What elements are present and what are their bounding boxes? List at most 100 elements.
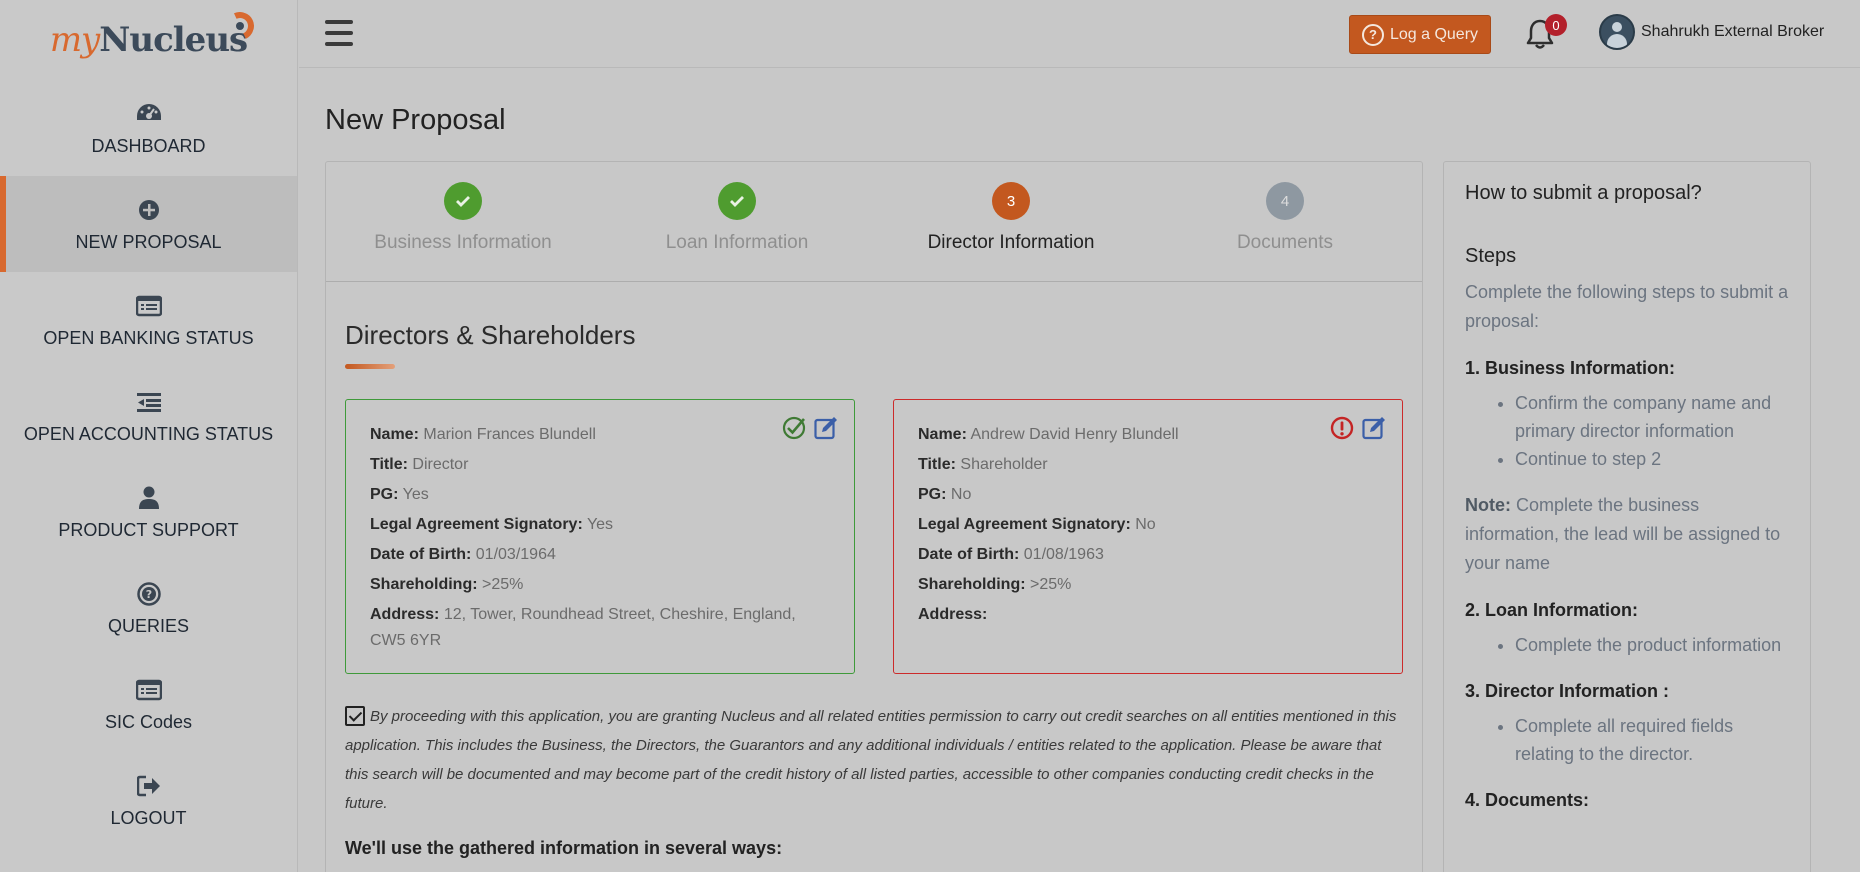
director-shareholding: >25% [482, 576, 524, 593]
list-icon [135, 676, 163, 704]
field-label: PG: [370, 486, 399, 503]
help-panel: How to submit a proposal? Steps Complete… [1443, 161, 1811, 872]
step-label: Documents [1236, 232, 1334, 253]
help-step-item: Confirm the company name and primary dir… [1515, 389, 1789, 445]
director-title-row: Title: Director [370, 450, 830, 480]
logo-dot-icon [236, 22, 244, 30]
field-label: Date of Birth: [918, 546, 1020, 563]
field-label: Date of Birth: [370, 546, 472, 563]
director-title-row: Title: Shareholder [918, 450, 1378, 480]
help-note-text: Complete the business information, the l… [1465, 495, 1781, 573]
field-label: Name: [918, 426, 967, 443]
exclamation-circle-icon [1330, 416, 1354, 440]
director-shareholding-row: Shareholding: >25% [918, 570, 1378, 600]
field-label: Shareholding: [370, 576, 478, 593]
user-name: Shahrukh External Broker [1641, 23, 1825, 40]
edit-icon[interactable] [814, 416, 838, 440]
field-label: Address: [370, 606, 440, 623]
credit-search-consent: By proceeding with this application, you… [345, 702, 1405, 818]
sidebar-item-open-banking-status[interactable]: OPEN BANKING STATUS [0, 272, 297, 368]
info-usage-heading: We'll use the gathered information in se… [345, 838, 783, 858]
help-note-label: Note: [1465, 495, 1511, 515]
field-label: Shareholding: [918, 576, 1026, 593]
avatar [1599, 14, 1635, 50]
step-number: 3 [992, 182, 1030, 220]
help-note: Note: Complete the business information,… [1465, 491, 1789, 578]
field-label: Address: [918, 606, 988, 623]
user-menu[interactable]: Shahrukh External Broker [1599, 14, 1824, 50]
hamburger-line [325, 42, 353, 46]
svg-text:?: ? [145, 588, 151, 601]
help-steps-heading: Steps [1465, 245, 1517, 267]
help-title: How to submit a proposal? [1465, 182, 1702, 204]
question-icon: ? [1361, 23, 1384, 46]
help-step-list: Complete all required fields relating to… [1515, 712, 1789, 768]
help-intro: Complete the following steps to submit a… [1465, 282, 1789, 331]
question-circle-icon: ? [135, 580, 163, 608]
card-actions [1330, 416, 1386, 440]
director-address-row: Address: [918, 602, 1378, 628]
field-label: Legal Agreement Signatory: [918, 516, 1131, 533]
field-label: Name: [370, 426, 419, 443]
indent-icon [135, 388, 163, 416]
director-title: Shareholder [960, 456, 1048, 473]
help-step-item: Continue to step 2 [1515, 445, 1789, 473]
sidebar-item-product-support[interactable]: PRODUCT SUPPORT [0, 464, 297, 560]
section-underline [345, 364, 395, 369]
sidebar-item-label: OPEN BANKING STATUS [43, 327, 254, 348]
hamburger-line [325, 31, 353, 35]
help-step-item: Complete all required fields relating to… [1515, 712, 1789, 768]
step-number: 4 [1266, 182, 1304, 220]
check-icon [718, 182, 756, 220]
edit-icon[interactable] [1362, 416, 1386, 440]
hamburger-line [325, 20, 353, 24]
notifications-button[interactable]: 0 [1525, 14, 1567, 54]
help-step-list: Confirm the company name and primary dir… [1515, 389, 1789, 473]
user-icon [135, 484, 163, 512]
step-label: Loan Information [665, 232, 809, 253]
list-icon [135, 292, 163, 320]
consent-checkbox[interactable] [345, 706, 365, 726]
sidebar-item-queries[interactable]: ? QUERIES [0, 560, 297, 656]
check-icon [444, 182, 482, 220]
step-director-information[interactable]: 3 Director Information [874, 182, 1148, 254]
logo[interactable]: myNucleus [0, 0, 297, 80]
field-label: PG: [918, 486, 947, 503]
sign-out-icon [135, 772, 163, 800]
director-dob: 01/08/1963 [1023, 546, 1104, 563]
director-shareholding: >25% [1030, 576, 1072, 593]
director-pg-row: PG: No [918, 480, 1378, 510]
step-business-information[interactable]: Business Information [326, 182, 600, 254]
sidebar-item-label: QUERIES [107, 615, 190, 636]
sidebar-item-label: OPEN ACCOUNTING STATUS [23, 423, 274, 444]
director-pg: Yes [402, 486, 429, 503]
sidebar-item-logout[interactable]: LOGOUT [0, 752, 297, 848]
sidebar-item-sic-codes[interactable]: SIC Codes [0, 656, 297, 752]
director-dob-row: Date of Birth: 01/03/1964 [370, 540, 830, 570]
director-signatory: No [1135, 516, 1156, 533]
log-a-query-button[interactable]: ? Log a Query [1349, 15, 1491, 54]
director-dob-row: Date of Birth: 01/08/1963 [918, 540, 1378, 570]
menu-toggle-button[interactable] [325, 20, 353, 46]
help-step-title: 3. Director Information : [1465, 681, 1670, 701]
card-actions [782, 416, 838, 440]
consent-text: By proceeding with this application, you… [345, 708, 1397, 812]
sidebar-item-new-proposal[interactable]: NEW PROPOSAL [0, 176, 297, 272]
step-documents[interactable]: 4 Documents [1148, 182, 1422, 254]
sidebar-item-label: LOGOUT [110, 807, 187, 828]
sidebar-item-dashboard[interactable]: DASHBOARD [0, 80, 297, 176]
sidebar-item-label: SIC Codes [104, 711, 193, 732]
logo-my: my [49, 20, 100, 60]
sidebar-item-open-accounting-status[interactable]: OPEN ACCOUNTING STATUS [0, 368, 297, 464]
sidebar-item-label: NEW PROPOSAL [75, 231, 222, 252]
director-name: Marion Frances Blundell [423, 426, 596, 443]
step-loan-information[interactable]: Loan Information [600, 182, 874, 254]
director-card: Name: Andrew David Henry Blundell Title:… [893, 399, 1403, 674]
help-step-item: Complete the product information [1515, 631, 1789, 659]
stepper: Business Information Loan Information 3 … [326, 162, 1422, 282]
director-dob: 01/03/1964 [475, 546, 556, 563]
logo-text: myNucleus [49, 20, 248, 60]
director-signatory: Yes [586, 516, 614, 533]
dashboard-icon [135, 100, 163, 128]
help-step-title: 4. Documents: [1465, 790, 1590, 810]
